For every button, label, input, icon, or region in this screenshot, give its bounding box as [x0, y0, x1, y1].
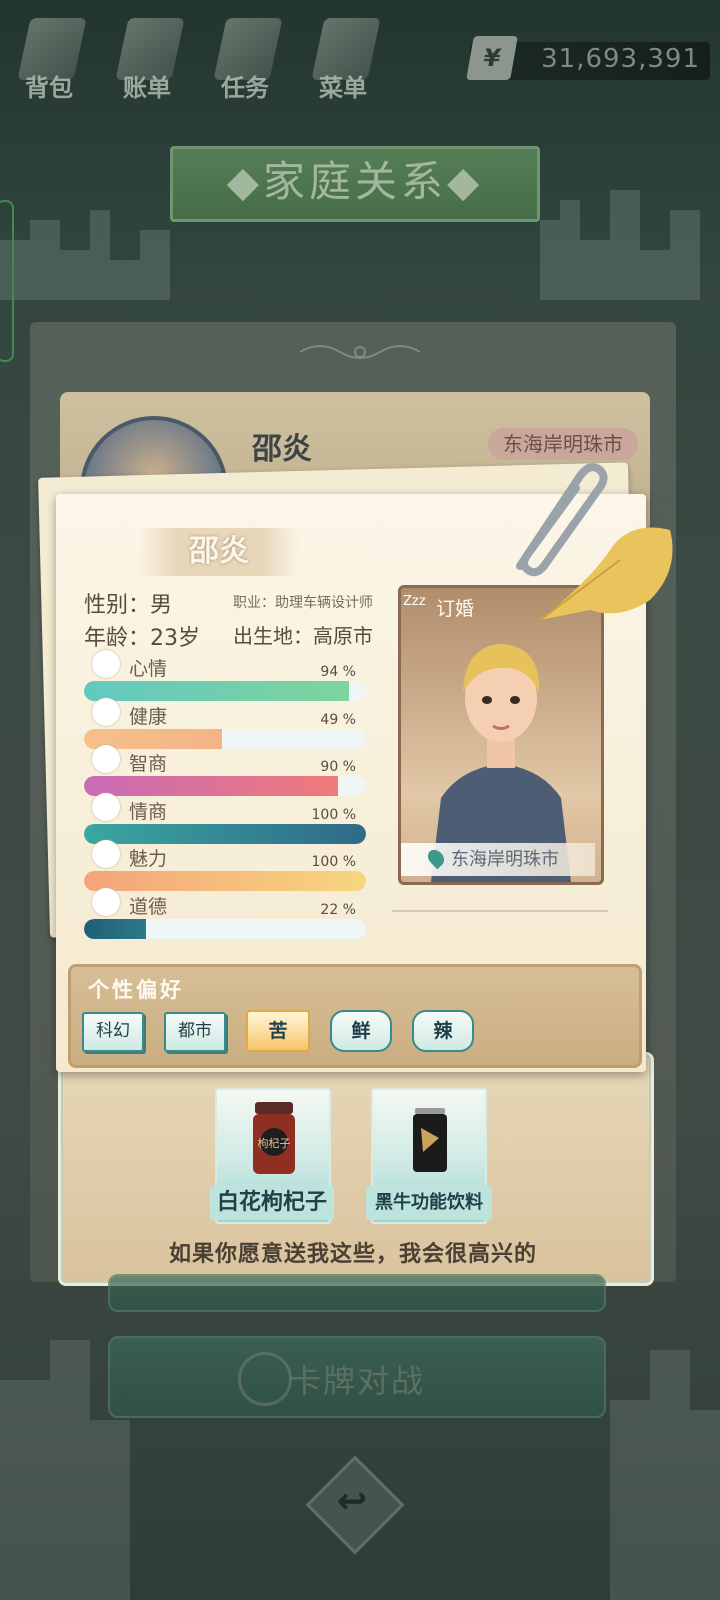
- birthplace-field: 出生地：高原市: [233, 624, 373, 648]
- topnav-bag[interactable]: 背包: [6, 18, 92, 102]
- relation-name: 邵炎: [252, 432, 312, 467]
- profile-name: 邵炎: [138, 528, 300, 576]
- location-pin-icon: [424, 846, 448, 870]
- stat-mood-label: 心情: [129, 658, 168, 680]
- card-battle-icon: [238, 1352, 292, 1406]
- stat-mood-fill: [84, 681, 350, 701]
- heart-icon: [92, 697, 120, 726]
- money-amount: 31,693,391: [541, 44, 700, 74]
- money-display: ¥ 31,693,391: [466, 36, 710, 80]
- stat-morality-value: 22 %: [320, 901, 356, 918]
- taste-fresh[interactable]: 鲜: [330, 1010, 392, 1052]
- stat-mood-value: 94 %: [320, 664, 356, 680]
- gift-hint: 如果你愿意送我这些，我会很高兴的: [168, 1242, 537, 1267]
- tag-scifi[interactable]: 科幻: [82, 1012, 144, 1052]
- hidden-button[interactable]: [108, 1274, 606, 1312]
- side-tab[interactable]: [0, 200, 14, 362]
- card-battle-button[interactable]: 卡牌对战: [108, 1336, 606, 1418]
- divider: [392, 910, 608, 912]
- stat-iq-value: 90 %: [320, 759, 356, 775]
- character-portrait[interactable]: [398, 585, 604, 885]
- topnav-task-label: 任务: [221, 74, 269, 102]
- energy-drink-icon: [413, 1108, 447, 1172]
- topnav-bill-label: 账单: [123, 74, 171, 102]
- portrait-location-text: 东海岸明珠市: [451, 849, 559, 870]
- stat-iq-bar: [84, 776, 366, 796]
- stat-eq-fill: [84, 823, 366, 844]
- topnav-task[interactable]: 任务: [202, 18, 288, 102]
- relationship-status: 订婚: [436, 598, 475, 620]
- smile-icon: [92, 650, 120, 678]
- page-title: ◆家庭关系◆: [170, 146, 540, 222]
- preferences-title: 个性偏好: [88, 978, 184, 1002]
- stat-health-label: 健康: [129, 705, 168, 728]
- stat-iq-label: 智商: [129, 753, 168, 775]
- topnav-bag-label: 背包: [25, 74, 73, 102]
- gender-field: 性别：男: [84, 593, 173, 618]
- stat-health-bar: [84, 728, 366, 749]
- stat-morality-label: 道德: [129, 895, 168, 918]
- stat-morality-fill: [84, 918, 147, 939]
- stat-charm-value: 100 %: [311, 854, 356, 870]
- age-field: 年龄：23岁: [84, 626, 200, 651]
- character-figure: [431, 644, 571, 882]
- stat-eq-bar: [84, 823, 366, 844]
- sleep-icon: Zzz: [403, 594, 426, 609]
- stat-charm-label: 魅力: [129, 848, 168, 870]
- card-battle-label: 卡牌对战: [288, 1362, 425, 1400]
- apple-icon: [92, 792, 120, 821]
- gift-label-drink: 黑牛功能饮料: [366, 1186, 492, 1220]
- taste-spicy[interactable]: 辣: [412, 1010, 474, 1052]
- taste-bitter[interactable]: 苦: [246, 1010, 310, 1052]
- gift-label-goji: 白花枸杞子: [210, 1186, 334, 1220]
- scale-icon: [92, 887, 120, 916]
- topnav-bill[interactable]: 账单: [104, 18, 190, 102]
- back-arrow-icon: ↩: [336, 1481, 368, 1522]
- stat-eq-label: 情商: [129, 800, 168, 823]
- portrait-location: 东海岸明珠市: [401, 843, 595, 876]
- stat-eq-value: 100 %: [311, 806, 356, 823]
- bulb-icon: [92, 745, 120, 773]
- stat-health-value: 49 %: [320, 711, 356, 728]
- goji-jar-icon: 枸杞子: [253, 1102, 295, 1174]
- job-field: 职业：助理车辆设计师: [233, 595, 373, 611]
- stat-charm-fill: [84, 871, 366, 891]
- ornament-icon: [300, 345, 420, 359]
- stat-morality-bar: [84, 918, 366, 939]
- sparkle-icon: [92, 840, 120, 868]
- ginkgo-leaf-icon: [539, 527, 673, 621]
- stat-iq-fill: [84, 776, 338, 796]
- tag-urban[interactable]: 都市: [164, 1012, 226, 1052]
- topnav-menu[interactable]: 菜单: [300, 18, 386, 102]
- stat-charm-bar: [84, 871, 366, 891]
- topnav-menu-label: 菜单: [319, 74, 367, 102]
- yen-icon: ¥: [466, 36, 518, 80]
- stat-mood-bar: [84, 681, 366, 701]
- goji-jar-label: 枸杞子: [258, 1136, 291, 1150]
